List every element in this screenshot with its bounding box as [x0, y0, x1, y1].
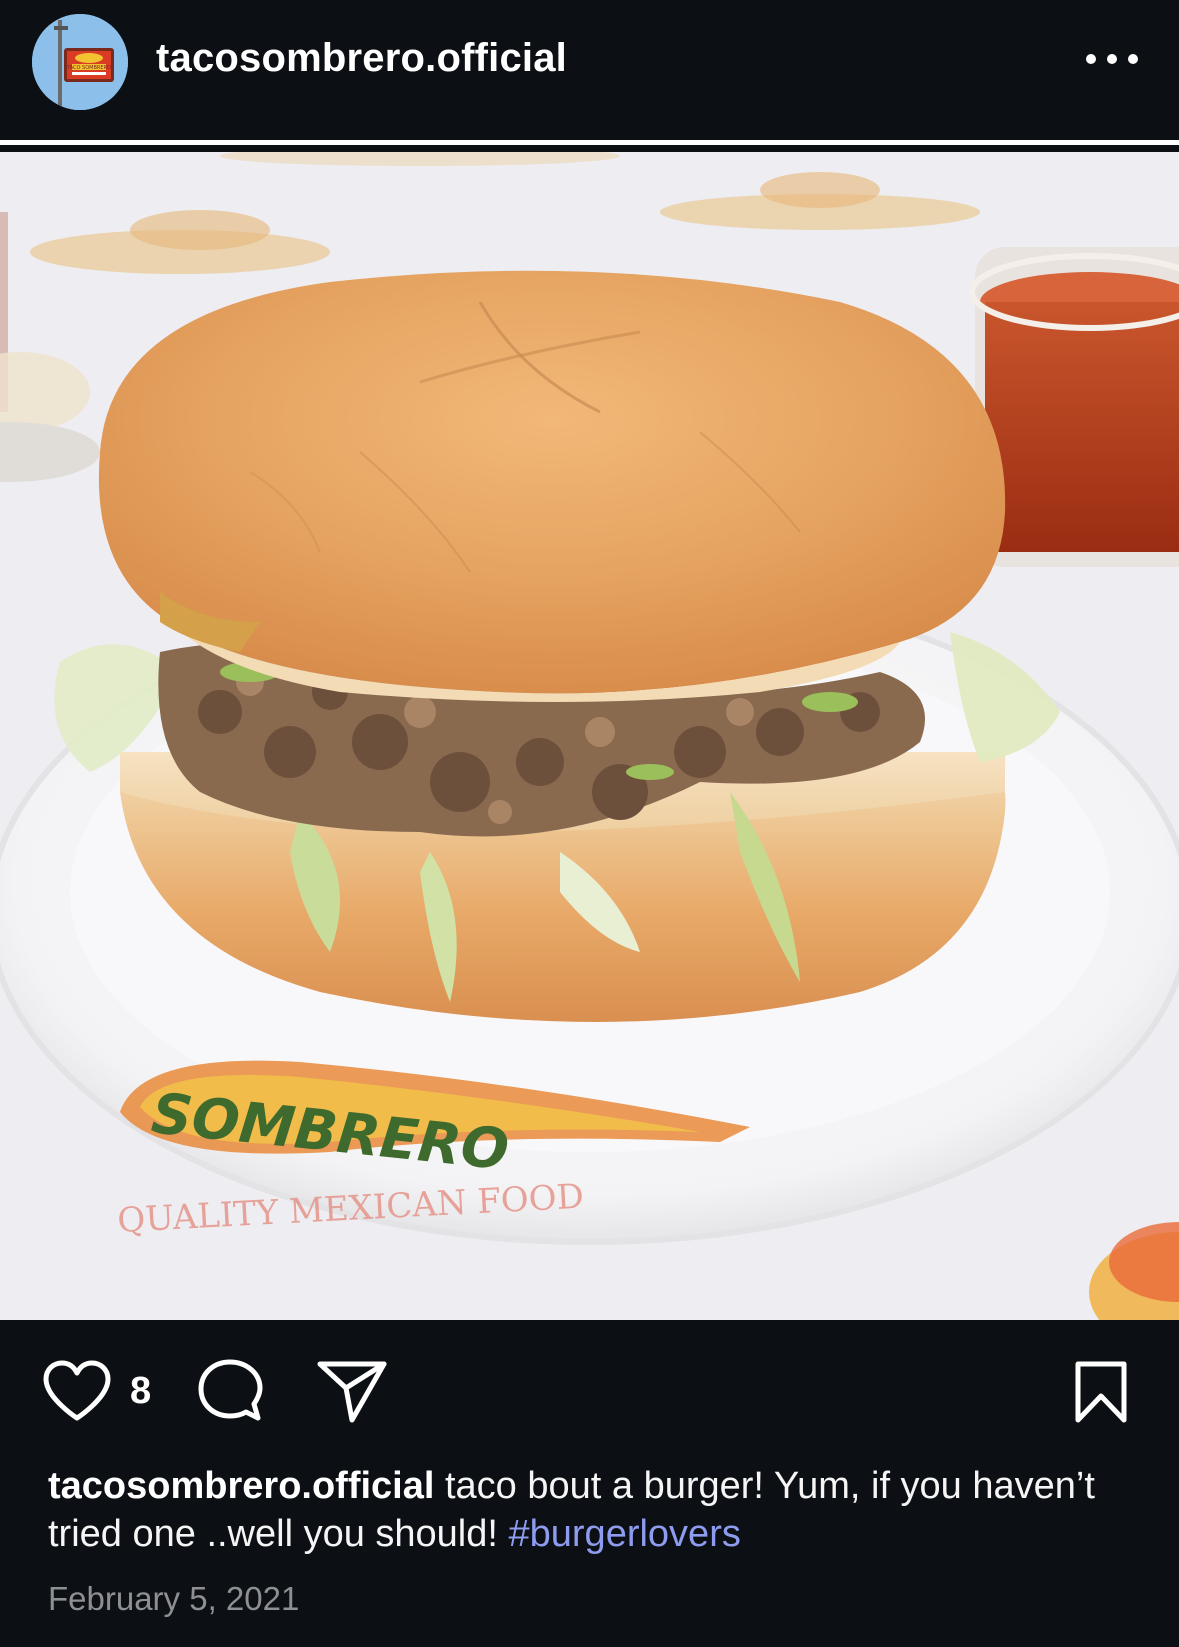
share-icon[interactable] [316, 1358, 388, 1424]
header-divider [0, 140, 1179, 145]
caption-hashtag[interactable]: #burgerlovers [509, 1513, 741, 1555]
comment-icon[interactable] [196, 1358, 264, 1426]
avatar-sign-text: TACO SOMBRERO [66, 65, 111, 71]
dot-icon [1107, 54, 1117, 64]
dot-icon [1128, 54, 1138, 64]
bookmark-icon[interactable] [1072, 1360, 1130, 1424]
post-header: TACO SOMBRERO tacosombrero.official [0, 0, 1179, 140]
like-count[interactable]: 8 [130, 1370, 151, 1413]
post-actions-bar [0, 1320, 1179, 1470]
heart-icon[interactable] [40, 1358, 114, 1424]
caption-username[interactable]: tacosombrero.official [48, 1465, 434, 1507]
more-options-button[interactable] [1086, 44, 1138, 74]
post-photo[interactable]: SOMBRERO QUALITY MEXICAN FOOD [0, 152, 1179, 1320]
dot-icon [1086, 54, 1096, 64]
post-caption: tacosombrero.official taco bout a burger… [48, 1462, 1148, 1558]
post-author-username[interactable]: tacosombrero.official [156, 36, 567, 81]
profile-avatar[interactable]: TACO SOMBRERO [32, 14, 128, 110]
post-date: February 5, 2021 [48, 1580, 300, 1617]
